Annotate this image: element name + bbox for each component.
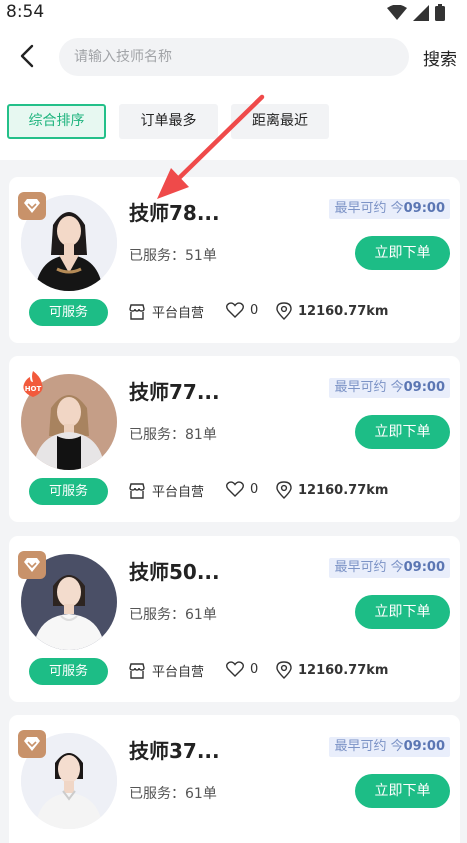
order-now-button[interactable]: 立即下单 [355, 236, 450, 270]
distance-value: 12160.77km [298, 662, 389, 678]
served-count: 已服务：51单 [129, 248, 217, 264]
signal-icon [413, 4, 429, 25]
like-info[interactable]: 0 [226, 302, 258, 318]
earliest-label: 最早可约 今 [334, 201, 404, 216]
like-info[interactable]: 0 [226, 661, 258, 677]
diamond-badge-icon [18, 551, 46, 579]
earliest-label: 最早可约 今 [334, 739, 404, 754]
technician-card[interactable]: 技师78... 最早可约 今09:00 已服务：51单 立即下单 可服务 平台自… [9, 177, 460, 343]
shop-label: 平台自营 [152, 485, 205, 500]
location-pin-icon [276, 661, 292, 679]
wifi-icon [387, 4, 407, 25]
diamond-badge-icon [18, 730, 46, 758]
distance-info: 12160.77km [276, 481, 388, 499]
order-now-button[interactable]: 立即下单 [355, 415, 450, 449]
technician-card[interactable]: 技师37... 最早可约 今09:00 已服务：61单 立即下单 [9, 715, 460, 843]
served-count: 已服务：61单 [129, 607, 217, 623]
earliest-available-tag: 最早可约 今09:00 [329, 199, 450, 219]
svg-text:HOT: HOT [25, 385, 42, 393]
status-time: 8:54 [6, 2, 45, 22]
served-count: 已服务：61单 [129, 786, 217, 802]
distance-info: 12160.77km [276, 661, 388, 679]
tab-most-orders[interactable]: 订单最多 [119, 104, 218, 139]
order-now-button[interactable]: 立即下单 [355, 595, 450, 629]
shop-info: 平台自营 [128, 302, 204, 321]
served-count: 已服务：81单 [129, 427, 217, 443]
hot-badge-icon: HOT [20, 370, 46, 398]
earliest-available-tag: 最早可约 今09:00 [329, 737, 450, 757]
like-info[interactable]: 0 [226, 481, 258, 497]
location-pin-icon [276, 302, 292, 320]
battery-icon [435, 4, 445, 25]
status-bar: 8:54 [0, 0, 467, 26]
earliest-label: 最早可约 今 [334, 380, 404, 395]
order-now-button[interactable]: 立即下单 [355, 774, 450, 808]
store-icon [129, 482, 145, 499]
shop-info: 平台自营 [128, 481, 204, 500]
shop-label: 平台自营 [152, 665, 205, 680]
status-icons [387, 4, 445, 25]
search-button[interactable]: 搜索 [423, 45, 457, 70]
distance-info: 12160.77km [276, 302, 388, 320]
earliest-time: 09:00 [403, 201, 445, 216]
diamond-badge-icon [18, 192, 46, 220]
earliest-time: 09:00 [403, 739, 445, 754]
earliest-available-tag: 最早可约 今09:00 [329, 378, 450, 398]
heart-icon [226, 481, 244, 497]
technician-card[interactable]: 技师50... 最早可约 今09:00 已服务：61单 立即下单 可服务 平台自… [9, 536, 460, 702]
distance-value: 12160.77km [298, 482, 389, 498]
shop-label: 平台自营 [152, 306, 205, 321]
technician-name: 技师77... [129, 380, 220, 404]
available-status-button[interactable]: 可服务 [29, 478, 108, 505]
technician-name: 技师37... [129, 739, 220, 763]
like-count: 0 [250, 481, 259, 497]
technician-name: 技师50... [129, 560, 220, 584]
earliest-available-tag: 最早可约 今09:00 [329, 558, 450, 578]
header: 搜索 综合排序 订单最多 距离最近 [0, 26, 467, 160]
earliest-label: 最早可约 今 [334, 560, 404, 575]
heart-icon [226, 661, 244, 677]
shop-info: 平台自营 [128, 661, 204, 680]
technician-name: 技师78... [129, 201, 220, 225]
like-count: 0 [250, 302, 259, 318]
store-icon [129, 662, 145, 679]
search-box[interactable] [59, 38, 409, 76]
location-pin-icon [276, 481, 292, 499]
chevron-left-icon [20, 44, 34, 68]
earliest-time: 09:00 [403, 380, 445, 395]
available-status-button[interactable]: 可服务 [29, 658, 108, 685]
available-status-button[interactable]: 可服务 [29, 299, 108, 326]
like-count: 0 [250, 661, 259, 677]
distance-value: 12160.77km [298, 303, 389, 319]
tab-comprehensive-sort[interactable]: 综合排序 [7, 104, 106, 139]
technician-card[interactable]: HOT 技师77... 最早可约 今09:00 已服务：81单 立即下单 可服务… [9, 356, 460, 522]
search-input[interactable] [74, 49, 394, 65]
tab-nearest[interactable]: 距离最近 [231, 104, 329, 139]
back-button[interactable] [14, 42, 42, 70]
store-icon [129, 303, 145, 320]
heart-icon [226, 302, 244, 318]
earliest-time: 09:00 [403, 560, 445, 575]
